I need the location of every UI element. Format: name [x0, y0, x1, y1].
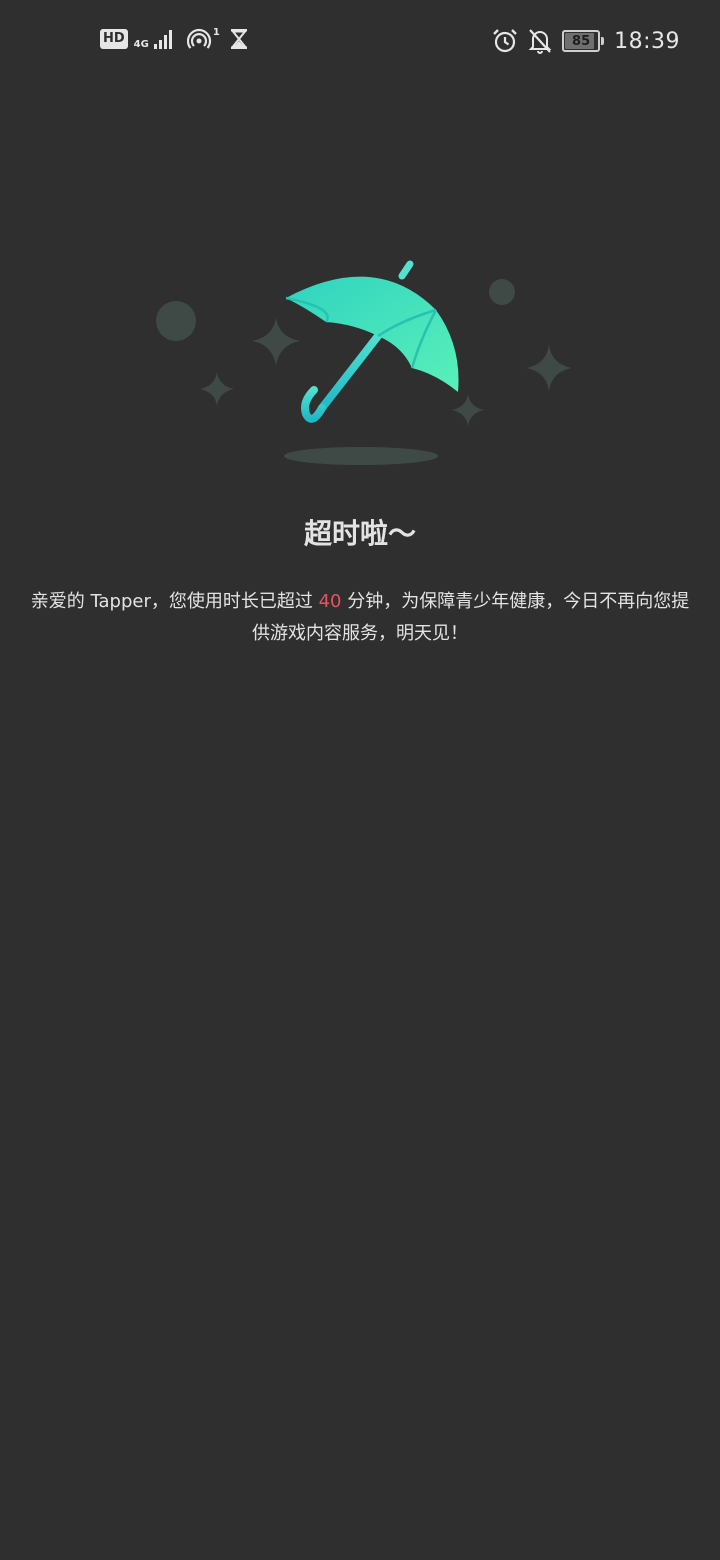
timeout-title: 超时啦～ [303, 517, 416, 550]
network-type-label: 4G [133, 39, 149, 50]
timeout-message: 亲爱的 Tapper，您使用时长已超过 40 分钟，为保障青少年健康，今日不再向… [30, 586, 690, 650]
status-right: 85 18:39 [492, 28, 680, 54]
umbrella-canopy [286, 276, 459, 392]
bubble-right [489, 279, 515, 305]
umbrella-shaft [318, 332, 382, 412]
notifications-off-icon [528, 28, 552, 54]
sparkle-left-small [200, 372, 234, 406]
signal-icon: 4G [134, 28, 175, 50]
sparkle-left-large [252, 318, 300, 366]
umbrella-illustration [140, 250, 580, 480]
hotspot-icon: 1 [186, 27, 220, 50]
sparkle-right-large [526, 344, 572, 392]
battery-icon: 85 [562, 30, 601, 52]
umbrella-tip [398, 260, 414, 280]
battery-tip [601, 37, 605, 45]
battery-level: 85 [572, 33, 591, 49]
status-left: HD 4G 1 [100, 28, 248, 50]
alarm-icon [492, 28, 518, 54]
hotspot-count: 1 [212, 27, 220, 38]
sparkle-right-small [452, 394, 484, 426]
message-prefix: 亲爱的 Tapper，您使用时长已超过 [30, 591, 319, 612]
status-bar: HD 4G 1 85 18:39 [0, 0, 720, 84]
bubble-left [156, 301, 196, 341]
hd-icon: HD [100, 29, 128, 49]
screen: HD 4G 1 85 18:39 超时啦～ 亲爱的 Tapper，您使用时长已超… [0, 0, 720, 1560]
clock: 18:39 [614, 28, 680, 54]
minutes-value: 40 [318, 591, 342, 612]
umbrella-handle [301, 386, 326, 423]
battery-indicator: 85 [562, 30, 605, 52]
umbrella-shadow [284, 447, 438, 465]
hourglass-icon [230, 28, 248, 50]
